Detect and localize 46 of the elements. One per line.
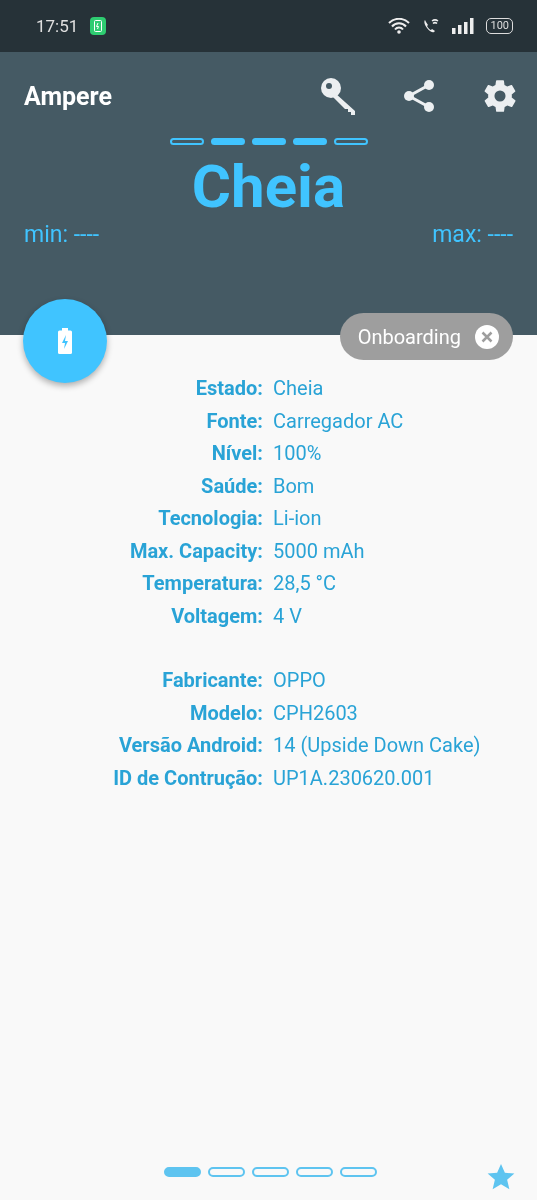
close-icon[interactable] bbox=[475, 324, 499, 349]
info-value: CPH2603 bbox=[273, 699, 359, 727]
info-label: Max. Capacity: bbox=[128, 537, 263, 565]
info-label: Fabricante: bbox=[161, 667, 263, 694]
info-value: 100% bbox=[273, 440, 323, 467]
status-time: 17:51 bbox=[36, 16, 79, 36]
info-value: Bom bbox=[273, 472, 316, 500]
battery-saver-icon bbox=[90, 17, 107, 35]
info-value: Li-ion bbox=[273, 505, 323, 532]
share-icon[interactable] bbox=[401, 78, 437, 114]
info-label: Modelo: bbox=[188, 699, 263, 727]
info-value: OPPO bbox=[273, 667, 327, 694]
info-label: Nível: bbox=[210, 440, 263, 467]
page-indicator[interactable] bbox=[340, 1167, 377, 1177]
info-label: Estado: bbox=[194, 375, 263, 402]
info-label: Saúde: bbox=[200, 472, 263, 500]
wifi-icon bbox=[388, 18, 411, 34]
star-icon[interactable] bbox=[486, 1162, 516, 1192]
battery-charging-icon bbox=[58, 328, 72, 354]
info-value: Cheia bbox=[273, 375, 325, 402]
info-label: Versão Android: bbox=[117, 732, 263, 759]
page-indicator[interactable] bbox=[164, 1167, 201, 1177]
info-value: Carregador AC bbox=[273, 407, 405, 435]
max-current: max: ---- bbox=[432, 221, 513, 248]
info-label: ID de Contrução: bbox=[112, 764, 263, 792]
onboarding-chip[interactable]: Onboarding bbox=[339, 313, 513, 360]
chip-label: Onboarding bbox=[357, 324, 461, 349]
info-value: 5000 mAh bbox=[273, 537, 366, 565]
page-indicator[interactable] bbox=[296, 1167, 333, 1177]
signal-icon bbox=[452, 18, 475, 34]
info-label: Fonte: bbox=[205, 407, 263, 435]
wifi-call-icon bbox=[422, 18, 441, 34]
info-value: 28,5 °C bbox=[273, 570, 338, 597]
info-value: UP1A.230620.001 bbox=[273, 764, 436, 792]
min-current: min: ---- bbox=[24, 221, 100, 248]
info-label: Tecnologia: bbox=[157, 505, 263, 532]
info-value: 14 (Upside Down Cake) bbox=[273, 732, 482, 759]
page-indicator[interactable] bbox=[252, 1167, 289, 1177]
info-label: Voltagem: bbox=[170, 602, 263, 630]
battery-level: 100 bbox=[486, 18, 513, 34]
info-label: Temperatura: bbox=[141, 570, 263, 597]
battery-fab[interactable] bbox=[23, 299, 107, 383]
app-title: Ampere bbox=[24, 81, 114, 111]
info-value: 4 V bbox=[273, 602, 303, 630]
battery-state: Cheia bbox=[190, 150, 347, 224]
page-indicator[interactable] bbox=[208, 1167, 245, 1177]
